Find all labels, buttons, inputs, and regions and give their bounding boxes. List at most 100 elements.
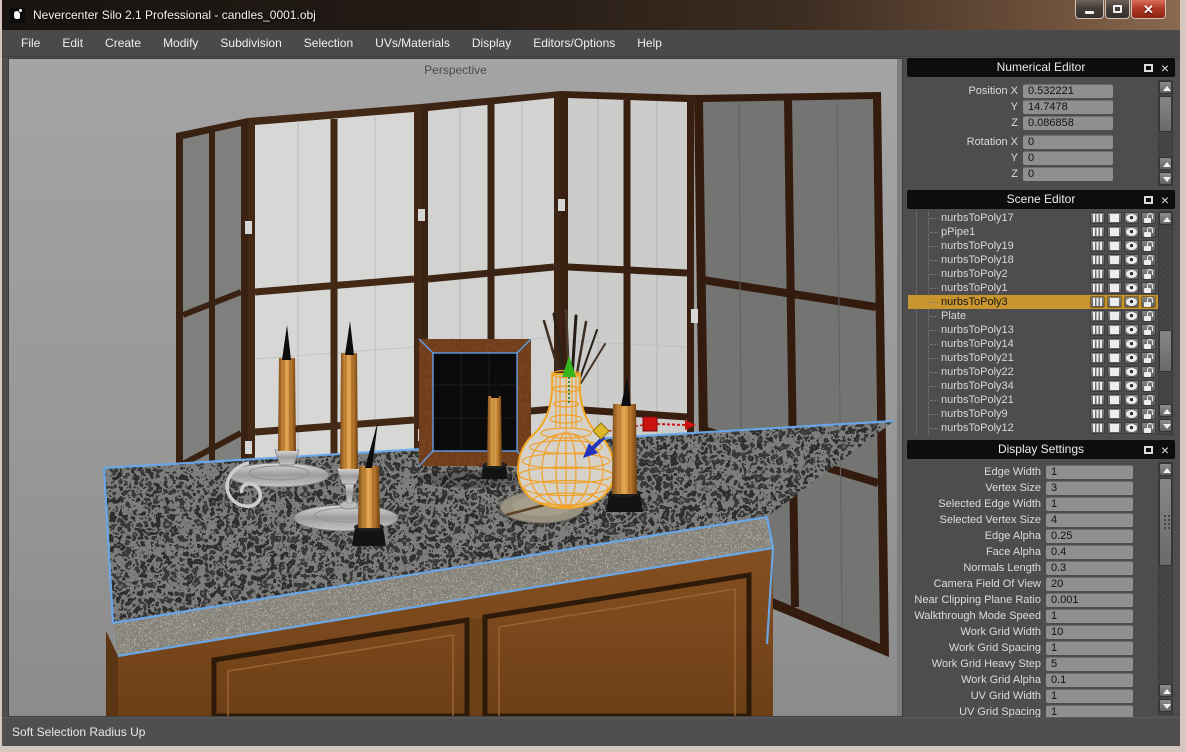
menu-edit[interactable]: Edit: [51, 30, 94, 57]
scene-object-label[interactable]: nurbsToPoly13: [938, 324, 1088, 336]
position-y-field[interactable]: 14.7478: [1023, 100, 1113, 114]
scroll-up-button[interactable]: [1159, 684, 1172, 697]
scene-editor-scrollbar[interactable]: [1158, 211, 1173, 435]
scene-row[interactable]: nurbsToPoly9: [908, 407, 1158, 421]
lock-icon[interactable]: [1141, 310, 1156, 322]
multiview-icon[interactable]: [1090, 422, 1105, 434]
perspective-viewport[interactable]: Perspective: [8, 58, 903, 717]
menu-uvs-materials[interactable]: UVs/Materials: [364, 30, 461, 57]
scene-row[interactable]: Plate: [908, 309, 1158, 323]
multiview-icon[interactable]: [1090, 240, 1105, 252]
setting-field[interactable]: 1: [1046, 609, 1133, 623]
eye-icon[interactable]: [1124, 352, 1139, 364]
scene-object-label[interactable]: nurbsToPoly9: [938, 408, 1088, 420]
scene-object-label[interactable]: nurbsToPoly3: [938, 296, 1088, 308]
multiview-icon[interactable]: [1090, 408, 1105, 420]
scene-object-label[interactable]: pPipe1: [938, 226, 1088, 238]
menu-create[interactable]: Create: [94, 30, 152, 57]
lock-icon[interactable]: [1141, 268, 1156, 280]
scene-row[interactable]: nurbsToPoly18: [908, 253, 1158, 267]
multiview-icon[interactable]: [1090, 366, 1105, 378]
numerical-editor-header[interactable]: Numerical Editor ×: [907, 58, 1175, 77]
scroll-up-button[interactable]: [1159, 212, 1172, 225]
lock-icon[interactable]: [1141, 338, 1156, 350]
menu-editors-options[interactable]: Editors/Options: [522, 30, 626, 57]
shaded-icon[interactable]: [1107, 352, 1122, 364]
scene-row[interactable]: pPipe1: [908, 225, 1158, 239]
eye-icon[interactable]: [1124, 324, 1139, 336]
setting-field[interactable]: 0.4: [1046, 545, 1133, 559]
eye-icon[interactable]: [1124, 212, 1139, 224]
panel-close-icon[interactable]: ×: [1161, 443, 1169, 457]
multiview-icon[interactable]: [1090, 352, 1105, 364]
scroll-down-button[interactable]: [1159, 699, 1172, 712]
setting-field[interactable]: 0.3: [1046, 561, 1133, 575]
scene-editor-header[interactable]: Scene Editor ×: [907, 190, 1175, 209]
shaded-icon[interactable]: [1107, 282, 1122, 294]
shaded-icon[interactable]: [1107, 212, 1122, 224]
lock-icon[interactable]: [1141, 296, 1156, 308]
setting-field[interactable]: 1: [1046, 497, 1133, 511]
position-x-field[interactable]: 0.532221: [1023, 84, 1113, 98]
setting-field[interactable]: 3: [1046, 481, 1133, 495]
setting-field[interactable]: 20: [1046, 577, 1133, 591]
display-settings-header[interactable]: Display Settings ×: [907, 440, 1175, 459]
panel-maximize-icon[interactable]: [1144, 196, 1153, 204]
menu-modify[interactable]: Modify: [152, 30, 209, 57]
shaded-icon[interactable]: [1107, 408, 1122, 420]
multiview-icon[interactable]: [1090, 212, 1105, 224]
setting-field[interactable]: 0.001: [1046, 593, 1133, 607]
scene-row[interactable]: nurbsToPoly14: [908, 337, 1158, 351]
shaded-icon[interactable]: [1107, 296, 1122, 308]
manipulator-x-handle[interactable]: [643, 417, 657, 431]
scene-row[interactable]: nurbsToPoly13: [908, 323, 1158, 337]
eye-icon[interactable]: [1124, 422, 1139, 434]
lock-icon[interactable]: [1141, 282, 1156, 294]
scene-object-label[interactable]: nurbsToPoly14: [938, 338, 1088, 350]
shaded-icon[interactable]: [1107, 226, 1122, 238]
scene-object-label[interactable]: nurbsToPoly2: [938, 268, 1088, 280]
lock-icon[interactable]: [1141, 226, 1156, 238]
panel-maximize-icon[interactable]: [1144, 64, 1153, 72]
eye-icon[interactable]: [1124, 310, 1139, 322]
shaded-icon[interactable]: [1107, 380, 1122, 392]
eye-icon[interactable]: [1124, 338, 1139, 350]
scene-row[interactable]: nurbsToPoly21: [908, 351, 1158, 365]
shaded-icon[interactable]: [1107, 366, 1122, 378]
multiview-icon[interactable]: [1090, 310, 1105, 322]
maximize-button[interactable]: [1105, 0, 1130, 19]
scroll-down-button[interactable]: [1159, 172, 1172, 185]
title-bar[interactable]: Nevercenter Silo 2.1 Professional - cand…: [2, 0, 1180, 30]
eye-icon[interactable]: [1124, 366, 1139, 378]
shaded-icon[interactable]: [1107, 254, 1122, 266]
picture-frame[interactable]: [417, 339, 533, 488]
scroll-thumb[interactable]: [1159, 96, 1172, 132]
close-button[interactable]: ✕: [1131, 0, 1166, 19]
setting-field[interactable]: 4: [1046, 513, 1133, 527]
setting-field[interactable]: 0.1: [1046, 673, 1133, 687]
setting-field[interactable]: 10: [1046, 625, 1133, 639]
scene-row[interactable]: nurbsToPoly34: [908, 379, 1158, 393]
eye-icon[interactable]: [1124, 380, 1139, 392]
eye-icon[interactable]: [1124, 408, 1139, 420]
shaded-icon[interactable]: [1107, 324, 1122, 336]
scene-row[interactable]: nurbsToPoly17: [908, 211, 1158, 225]
position-z-field[interactable]: 0.086858: [1023, 116, 1113, 130]
scroll-down-button[interactable]: [1159, 419, 1172, 432]
panel-close-icon[interactable]: ×: [1161, 61, 1169, 75]
setting-field[interactable]: 0.25: [1046, 529, 1133, 543]
multiview-icon[interactable]: [1090, 394, 1105, 406]
lock-icon[interactable]: [1141, 408, 1156, 420]
rotation-x-field[interactable]: 0: [1023, 135, 1113, 149]
multiview-icon[interactable]: [1090, 254, 1105, 266]
menu-help[interactable]: Help: [626, 30, 673, 57]
menu-selection[interactable]: Selection: [293, 30, 364, 57]
scene-row[interactable]: nurbsToPoly21: [908, 393, 1158, 407]
lock-icon[interactable]: [1141, 240, 1156, 252]
multiview-icon[interactable]: [1090, 338, 1105, 350]
multiview-icon[interactable]: [1090, 226, 1105, 238]
scene-object-label[interactable]: nurbsToPoly12: [938, 422, 1088, 434]
rotation-y-field[interactable]: 0: [1023, 151, 1113, 165]
scene-object-label[interactable]: nurbsToPoly21: [938, 352, 1088, 364]
multiview-icon[interactable]: [1090, 268, 1105, 280]
